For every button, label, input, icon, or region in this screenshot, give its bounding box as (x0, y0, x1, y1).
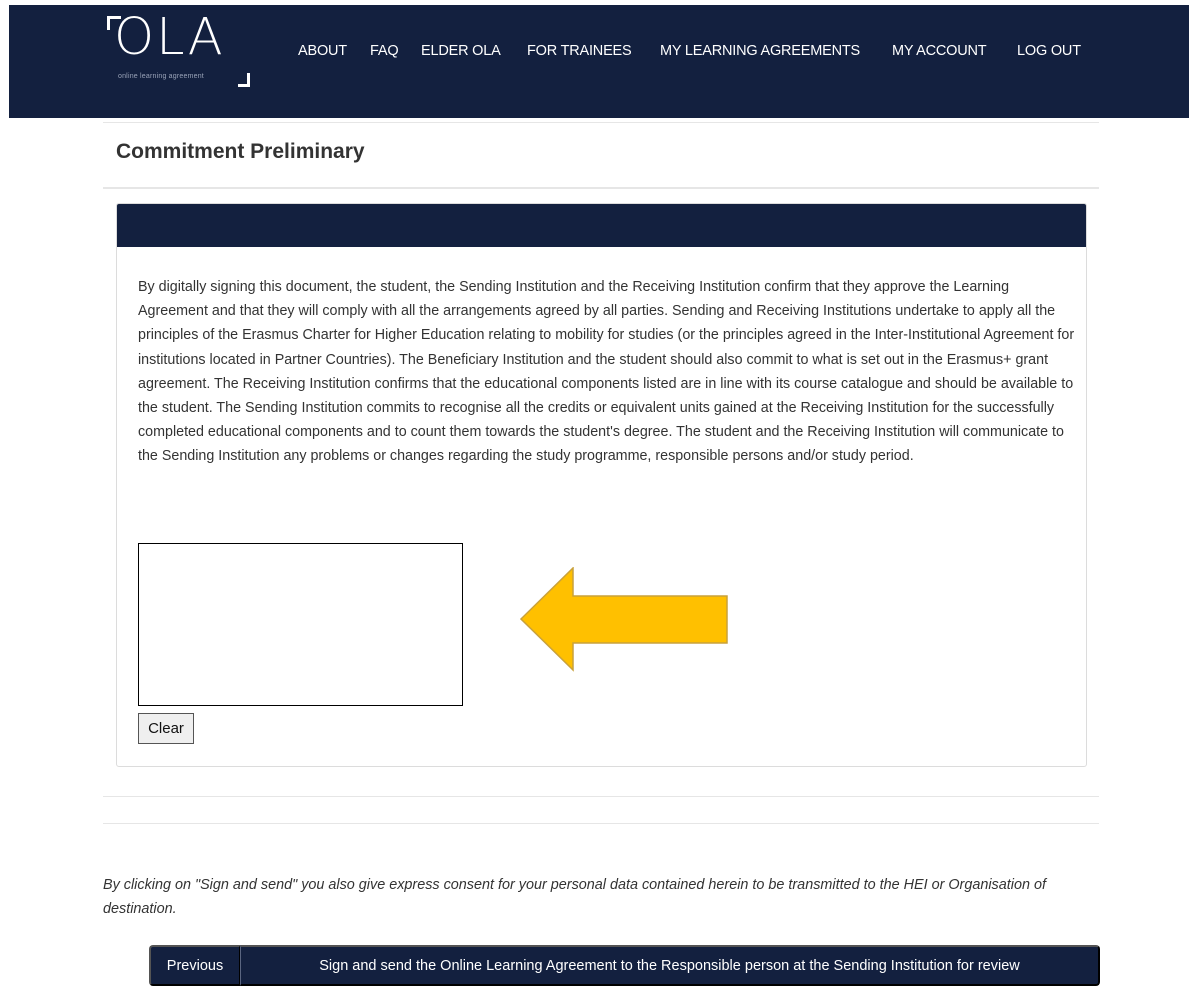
clear-button[interactable]: Clear (138, 713, 194, 744)
nav-for-trainees[interactable]: FOR TRAINEES (527, 43, 632, 59)
divider (103, 187, 1099, 189)
divider (103, 823, 1099, 824)
logo-corner-bottom-right (238, 73, 250, 87)
nav-faq[interactable]: FAQ (370, 43, 399, 59)
arrow-shape (520, 567, 728, 672)
ola-logo[interactable]: OLA online learning agreement (107, 12, 257, 96)
left-arrow-icon (520, 567, 728, 672)
nav-elder-ola[interactable]: ELDER OLA (421, 43, 501, 59)
panel-header (117, 204, 1086, 247)
logo-text: OLA (114, 8, 225, 67)
consent-text: By clicking on "Sign and send" you also … (103, 877, 1046, 917)
nav-my-learning-agreements[interactable]: MY LEARNING AGREEMENTS (660, 43, 860, 59)
nav-about[interactable]: ABOUT (298, 43, 347, 59)
sign-and-send-button[interactable]: Sign and send the Online Learning Agreem… (240, 945, 1100, 986)
nav-my-account[interactable]: MY ACCOUNT (892, 43, 987, 59)
commitment-panel: By digitally signing this document, the … (116, 203, 1087, 767)
previous-button[interactable]: Previous (149, 945, 241, 986)
divider (103, 796, 1099, 797)
commitment-text: By digitally signing this document, the … (138, 279, 1075, 465)
logo-tagline: online learning agreement (118, 73, 204, 80)
page-title: Commitment Preliminary (116, 140, 365, 163)
divider (103, 122, 1099, 123)
nav-log-out[interactable]: LOG OUT (1017, 43, 1081, 59)
signature-pad[interactable] (138, 543, 463, 706)
